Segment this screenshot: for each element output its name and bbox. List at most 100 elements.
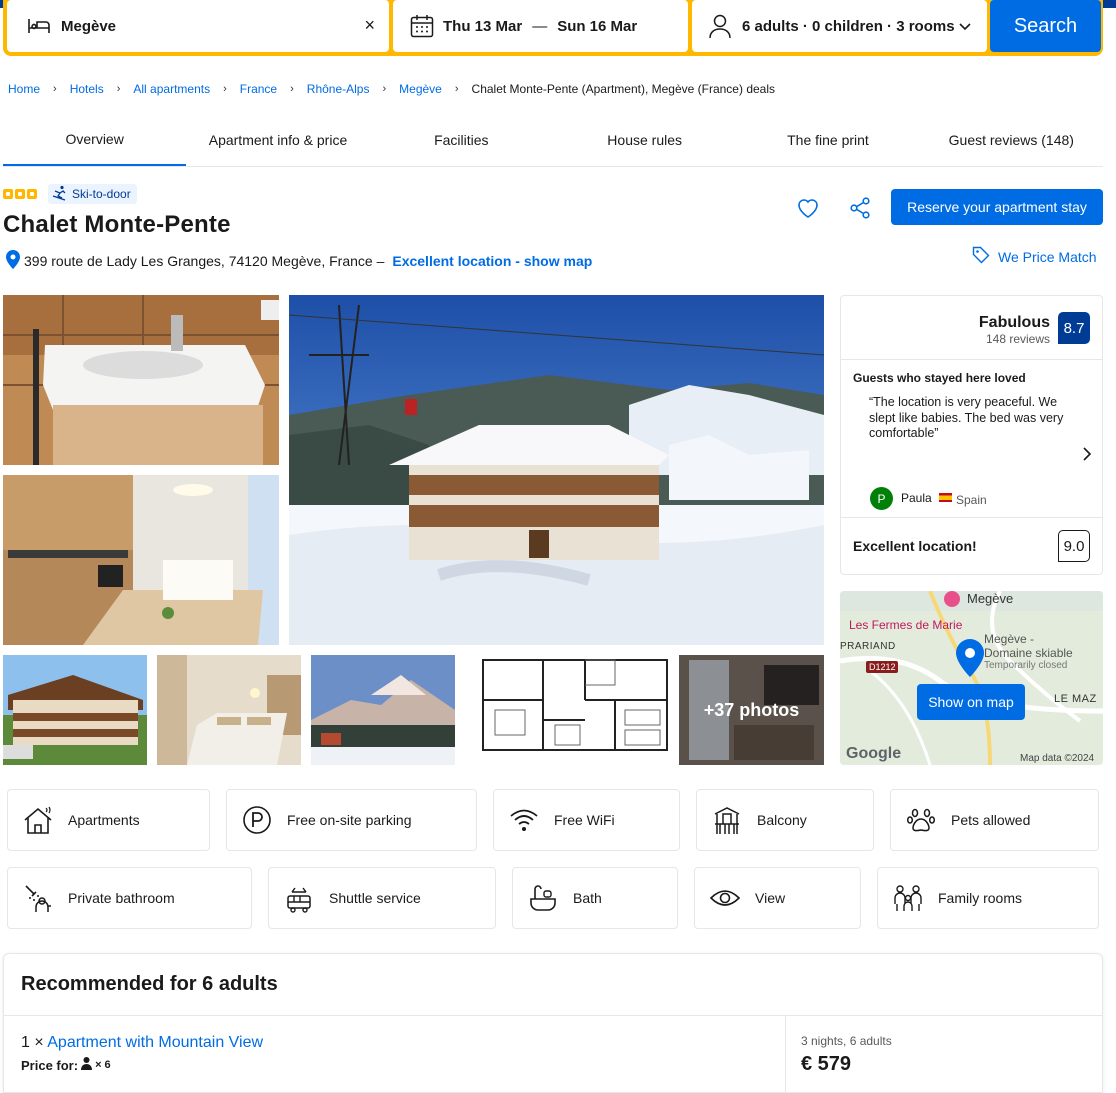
facility-private-bathroom: Private bathroom [7, 867, 252, 929]
reviewer-country: Spain [956, 493, 987, 507]
photo-kitchen-living[interactable] [3, 475, 279, 645]
breadcrumb-current: Chalet Monte-Pente (Apartment), Megève (… [471, 82, 775, 96]
reserve-button[interactable]: Reserve your apartment stay [891, 189, 1103, 225]
destination-field[interactable]: Megève × [7, 0, 389, 52]
heart-icon[interactable] [796, 196, 820, 220]
search-button[interactable]: Search [990, 0, 1101, 52]
star-icon [27, 189, 37, 199]
price-for-label: Price for: [21, 1057, 79, 1073]
family-icon [892, 882, 924, 914]
more-photos-label[interactable]: +37 photos [679, 655, 824, 765]
tag-icon [972, 246, 990, 267]
map-preview[interactable]: Megève Les Fermes de Marie PRARIAND D121… [840, 591, 1103, 765]
map-label-lemaz: LE MAZ [1054, 693, 1097, 705]
star-icon [3, 189, 13, 199]
spain-flag-icon [939, 493, 952, 502]
show-on-map-button[interactable]: Show on map [917, 684, 1025, 720]
facility-label: Pets allowed [951, 812, 1031, 828]
facility-label: Free on-site parking [287, 812, 412, 828]
wifi-icon [508, 804, 540, 836]
map-marker-icon [956, 639, 984, 682]
room-quantity: 1 × [21, 1034, 44, 1051]
facility-shuttle: Shuttle service [268, 867, 496, 929]
destination-value: Megève [61, 17, 117, 35]
facility-bath: Bath [512, 867, 678, 929]
facility-label: Private bathroom [68, 890, 175, 906]
shower-icon [22, 882, 54, 914]
price-match-label: We Price Match [998, 248, 1097, 265]
price-for-count: × 6 [95, 1059, 111, 1071]
review-quote: “The location is very peaceful. We slept… [869, 395, 1064, 440]
chevron-right-icon[interactable] [1082, 447, 1092, 466]
chevron-right-icon: › [53, 83, 57, 95]
facility-label: View [755, 890, 786, 906]
photo-mountain-view[interactable] [311, 655, 455, 765]
parking-icon [241, 804, 273, 836]
dates-field[interactable]: Thu 13 Mar — Sun 16 Mar [393, 0, 688, 52]
facility-label: Family rooms [938, 890, 1023, 906]
chevron-right-icon: › [223, 83, 227, 95]
total-price: € 579 [801, 1053, 852, 1075]
breadcrumb-link[interactable]: Megève [399, 82, 442, 96]
calendar-icon [409, 13, 435, 39]
breadcrumb-link[interactable]: Home [8, 82, 40, 96]
bathtub-icon [527, 882, 559, 914]
divider [4, 1015, 1102, 1016]
breadcrumb-link[interactable]: Hotels [70, 82, 104, 96]
photo-bathroom-sink[interactable] [3, 295, 279, 465]
tab-apartment-info[interactable]: Apartment info & price [186, 113, 369, 166]
tab-facilities[interactable]: Facilities [370, 113, 553, 166]
recommended-title: Recommended for 6 adults [21, 973, 278, 995]
breadcrumb-link[interactable]: Rhône-Alps [307, 82, 370, 96]
tab-overview[interactable]: Overview [3, 113, 187, 166]
map-label-domaine2: Domaine skiable [984, 646, 1073, 660]
divider [841, 517, 1102, 518]
map-label-fermes: Les Fermes de Marie [849, 618, 963, 632]
chevron-right-icon: › [454, 83, 459, 95]
check-out-value: Sun 16 Mar [557, 17, 638, 35]
person-icon [708, 13, 732, 39]
star-icon [15, 189, 25, 199]
facility-label: Shuttle service [329, 890, 421, 906]
guests-field[interactable]: 6 adults · 0 children · 3 rooms [692, 0, 987, 52]
photo-bedroom[interactable] [157, 655, 301, 765]
share-icon[interactable] [848, 196, 872, 220]
shuttle-icon [283, 882, 315, 914]
divider [785, 1015, 786, 1092]
recommended-room: 1 × Apartment with Mountain View [21, 1034, 263, 1052]
balcony-icon [711, 804, 743, 836]
property-address: 399 route de Lady Les Granges, 74120 Meg… [6, 250, 592, 272]
map-label-prariand: PRARIAND [840, 641, 896, 652]
photo-floor-plan[interactable] [465, 655, 669, 765]
map-attribution: Map data ©2024 [1020, 753, 1095, 764]
tab-house-rules[interactable]: House rules [553, 113, 736, 166]
facility-label: Balcony [757, 812, 807, 828]
star-rating [3, 189, 37, 199]
review-count[interactable]: 148 reviews [986, 332, 1050, 346]
facility-balcony: Balcony [696, 789, 874, 851]
breadcrumb: Home › Hotels › All apartments › France › Rh… [8, 82, 775, 96]
facility-label: Apartments [68, 812, 140, 828]
breadcrumb-link[interactable]: France [240, 82, 277, 96]
show-map-link[interactable]: Excellent location - show map [392, 253, 592, 269]
bed-icon [27, 16, 51, 36]
photo-more[interactable]: +37 photos [679, 655, 824, 765]
room-link[interactable]: Apartment with Mountain View [47, 1034, 263, 1051]
skier-icon [52, 185, 68, 204]
ski-to-door-badge[interactable]: Ski-to-door [48, 184, 137, 204]
clear-icon[interactable]: × [364, 16, 375, 34]
badge-label: Ski-to-door [72, 187, 131, 201]
price-match-link[interactable]: We Price Match [972, 246, 1097, 267]
photo-chalet-summer[interactable] [3, 655, 147, 765]
facility-wifi: Free WiFi [493, 789, 680, 851]
map-pin-icon [6, 250, 20, 272]
property-name: Chalet Monte-Pente [3, 211, 231, 238]
paw-icon [905, 804, 937, 836]
map-label-closed: Temporarily closed [984, 660, 1068, 671]
photo-chalet-winter[interactable] [289, 295, 824, 645]
tab-fine-print[interactable]: The fine print [736, 113, 919, 166]
tab-guest-reviews[interactable]: Guest reviews (148) [920, 113, 1103, 166]
breadcrumb-link[interactable]: All apartments [133, 82, 210, 96]
map-label-town: Megève [967, 591, 1014, 606]
review-summary-card: Fabulous 148 reviews 8.7 Guests who stay… [840, 295, 1103, 575]
